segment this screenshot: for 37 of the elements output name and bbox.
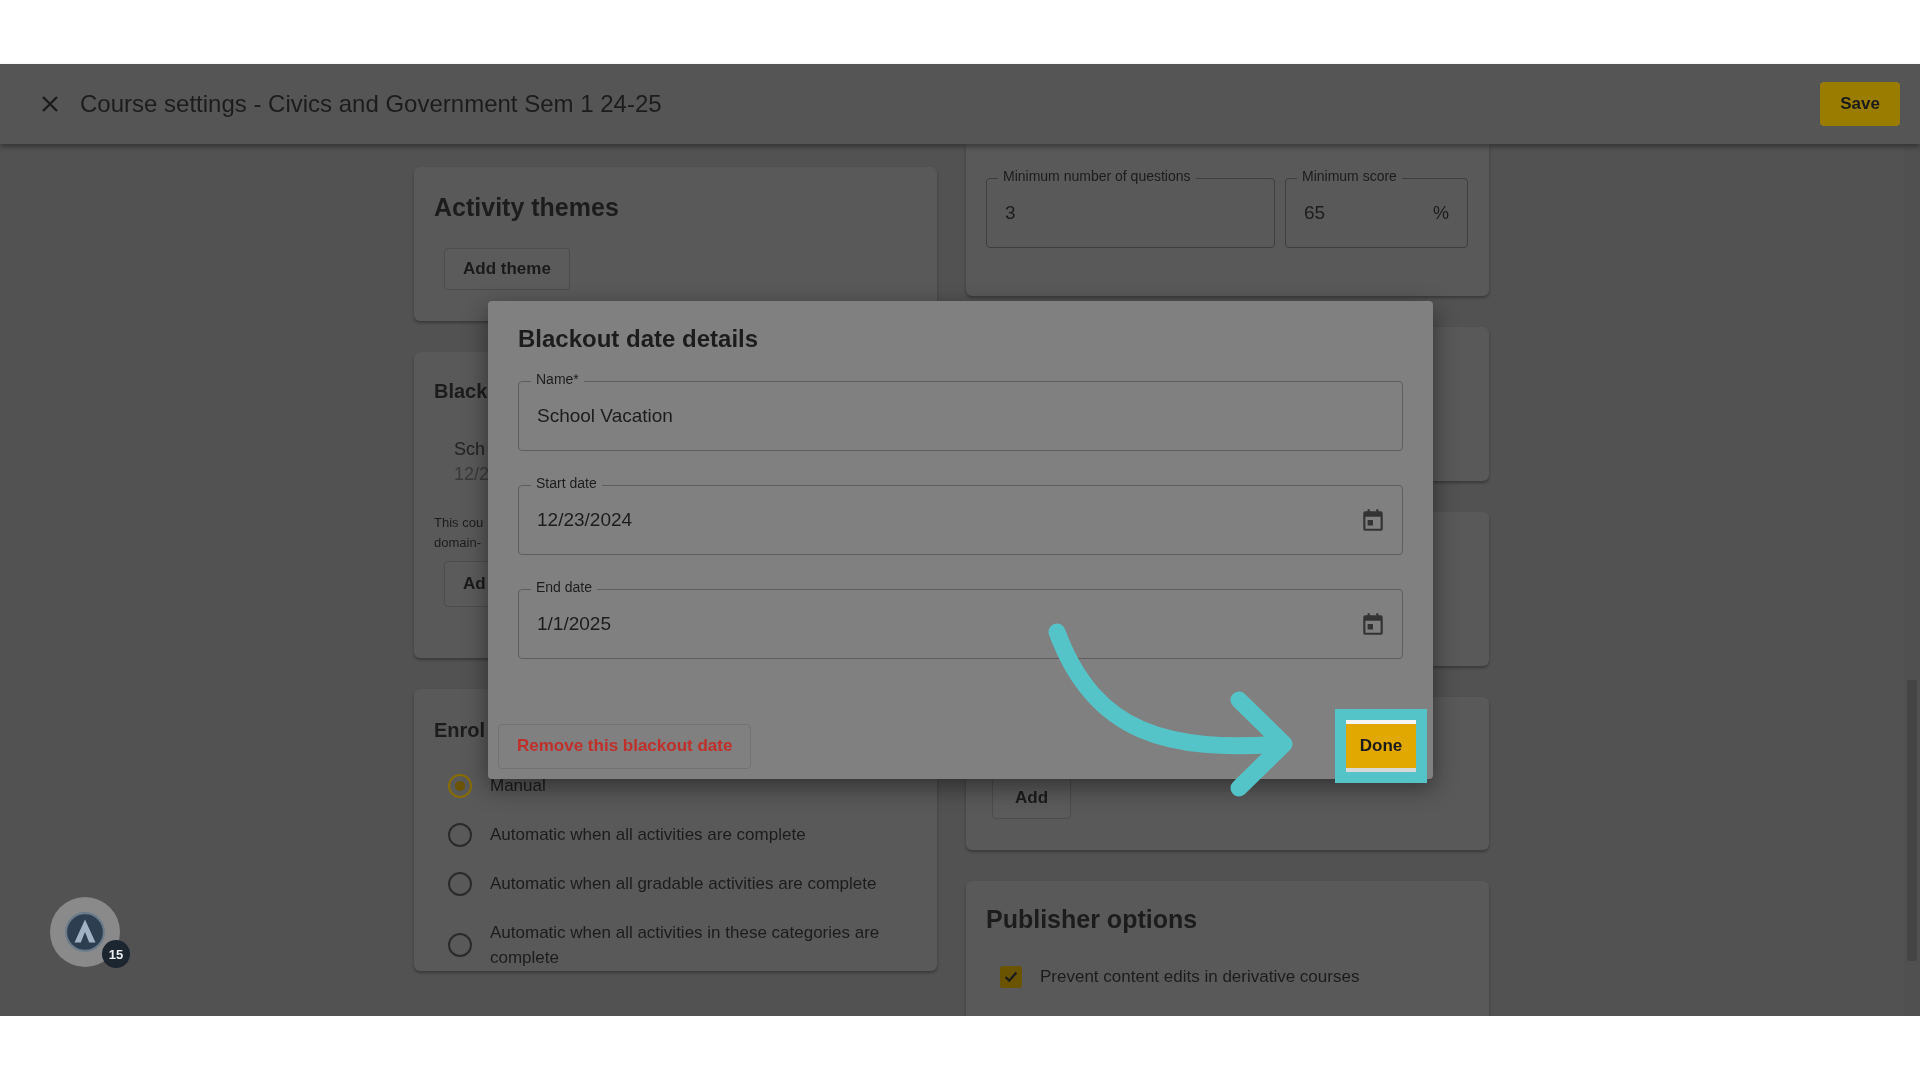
remove-button[interactable]: Remove this blackout date [498,723,752,769]
radio-button[interactable] [448,773,472,798]
done-button[interactable]: Done [1346,720,1416,772]
add-theme-button[interactable]: Add theme [444,248,570,290]
card-title: Publisher options [986,905,1199,934]
radio-button[interactable] [448,933,472,957]
field-value: 12/23/2024 [537,509,634,531]
logo-icon [64,911,106,953]
field-value: School Vacation [537,405,674,427]
page-title: Course settings - Civics and Government Sem 1 24-25 [80,90,663,118]
field-value: 3 [1005,202,1017,224]
dialog-title: Blackout date details [518,325,760,353]
card-title: Black [434,380,488,403]
field-label: Minimum number of questions [998,168,1196,184]
field-label: Minimum score [1297,168,1402,184]
field-value: 65 [1304,202,1327,224]
field-label: Start date [531,475,602,491]
calendar-icon[interactable] [1360,611,1386,637]
calendar-icon[interactable] [1360,507,1386,533]
field-label: End date [531,579,598,595]
note-text: This cou [434,514,484,532]
field-label: Name* [531,371,584,387]
card-title: Enrol [434,719,487,742]
checkbox[interactable] [1000,966,1022,988]
card-title: Activity themes [434,193,620,222]
field-value: 1/1/2025 [537,613,612,635]
radio-button[interactable] [448,871,472,896]
checkbox-label: Prevent content edits in derivative courses [1040,967,1360,987]
field-suffix: % [1433,202,1449,224]
note-text: domain- [434,534,482,552]
add-button[interactable]: Add [992,777,1072,819]
save-button[interactable]: Save [1820,82,1900,126]
radio-label: Automatic when all activities in these categories are complete [490,922,881,969]
radio-button[interactable] [448,822,472,847]
close-icon[interactable] [40,94,60,114]
radio-label: Automatic when all activities are complete [490,824,807,846]
radio-label: Automatic when all gradable activities are complete [490,873,878,895]
